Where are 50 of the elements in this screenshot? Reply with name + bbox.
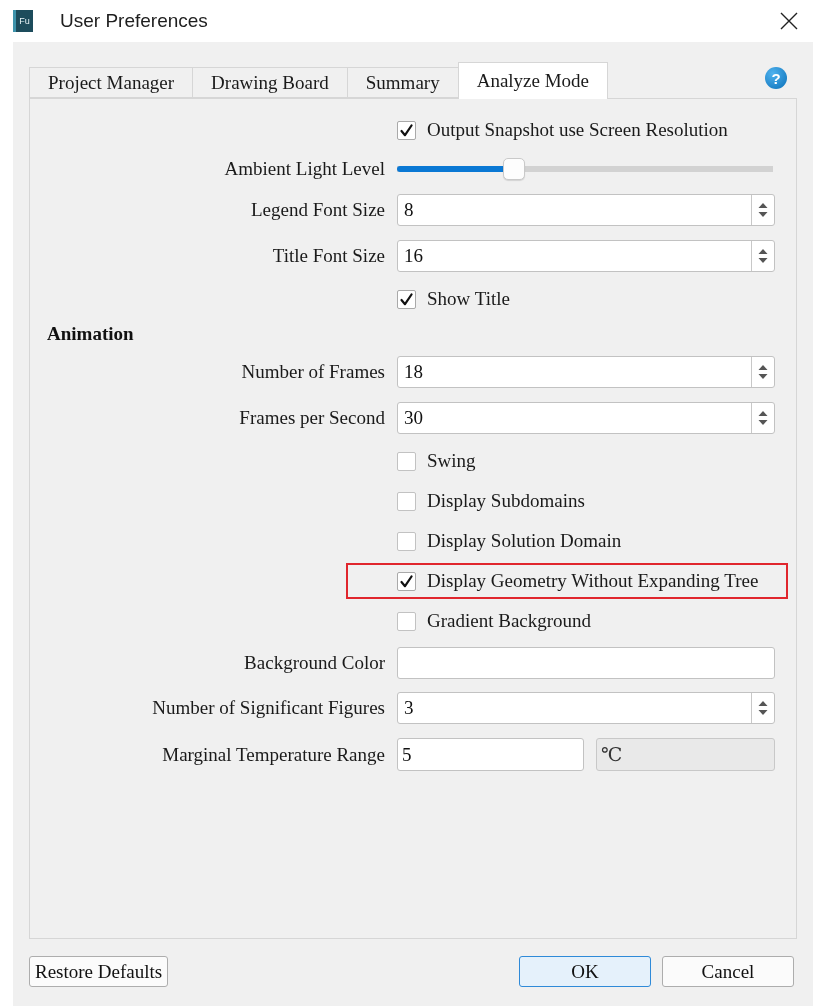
checkmark-icon	[400, 574, 413, 588]
checkbox-label[interactable]: Swing	[427, 450, 476, 472]
up-down-arrows-icon[interactable]	[758, 248, 768, 264]
input-field[interactable]	[397, 647, 775, 679]
checkbox[interactable]	[397, 531, 416, 551]
tab[interactable]: Summary	[346, 67, 459, 98]
spin-box[interactable]: 16	[397, 240, 775, 272]
checkbox-label[interactable]: Output Snapshot use Screen Resolution	[427, 119, 728, 141]
dialog-button[interactable]: OK	[519, 956, 651, 987]
checkbox-label[interactable]: Display Solution Domain	[427, 530, 622, 552]
section-heading: Animation	[47, 323, 134, 345]
unit-field: ℃	[596, 738, 775, 771]
field-label: Background Color	[244, 652, 385, 674]
checkbox-label[interactable]: Display Geometry Without Expanding Tree	[427, 570, 759, 592]
slider-handle[interactable]	[502, 157, 525, 180]
checkmark-icon	[400, 292, 413, 306]
checkbox-label[interactable]: Gradient Background	[427, 610, 592, 632]
field-label: Title Font Size	[272, 245, 385, 267]
checkbox[interactable]	[397, 451, 416, 471]
up-down-arrows-icon[interactable]	[758, 700, 768, 716]
up-down-arrows-icon[interactable]	[758, 364, 768, 380]
spin-box[interactable]: 3	[397, 692, 775, 724]
restore-defaults-button[interactable]: Restore Defaults	[29, 956, 169, 987]
spin-box[interactable]: 8	[397, 194, 775, 226]
tab[interactable]: Project Manager	[29, 67, 194, 98]
checkmark-icon	[400, 123, 413, 137]
checkbox-label[interactable]: Display Subdomains	[427, 490, 585, 512]
checkbox[interactable]	[397, 491, 416, 511]
tab[interactable]: Drawing Board	[192, 67, 348, 98]
checkbox[interactable]	[397, 289, 416, 309]
app-logo: Fu	[13, 10, 33, 32]
close-icon[interactable]	[780, 12, 798, 30]
field-label: Ambient Light Level	[224, 157, 385, 180]
input-field[interactable]: 5	[397, 738, 584, 771]
checkbox[interactable]	[397, 120, 416, 140]
field-label: Number of Frames	[241, 361, 385, 383]
checkbox[interactable]	[397, 611, 416, 631]
up-down-arrows-icon[interactable]	[758, 410, 768, 426]
field-label: Marginal Temperature Range	[162, 743, 385, 766]
checkbox[interactable]	[397, 571, 416, 591]
field-label: Frames per Second	[239, 407, 385, 429]
window-title: User Preferences	[60, 10, 209, 32]
tab[interactable]: Analyze Mode	[457, 62, 609, 99]
checkbox-label[interactable]: Show Title	[427, 288, 510, 310]
field-label: Number of Significant Figures	[152, 697, 385, 719]
field-label: Legend Font Size	[250, 199, 385, 221]
dialog-button[interactable]: Cancel	[662, 956, 794, 987]
up-down-arrows-icon[interactable]	[758, 202, 768, 218]
spin-box[interactable]: 18	[397, 356, 775, 388]
spin-box[interactable]: 30	[397, 402, 775, 434]
